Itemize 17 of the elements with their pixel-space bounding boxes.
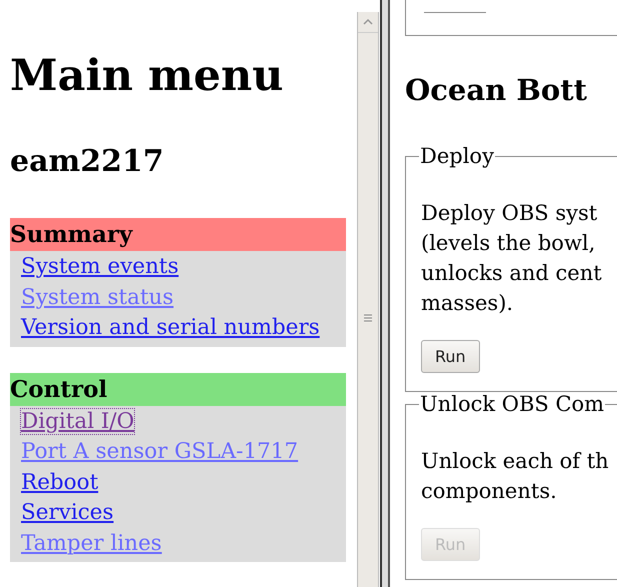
section-header: Summary: [10, 218, 346, 251]
scrollbar[interactable]: [357, 12, 379, 587]
menu-link[interactable]: Digital I/O: [21, 408, 134, 434]
section-header: Control: [10, 372, 346, 406]
menu-link[interactable]: System events: [21, 254, 179, 279]
menu-link[interactable]: Services: [21, 500, 114, 525]
menu-link[interactable]: Reboot: [21, 470, 98, 494]
run-button[interactable]: Run: [421, 340, 480, 373]
device-name: eam2217: [10, 143, 165, 181]
group-description: Deploy OBS syst (levels the bowl, unlocks and cent masses).: [421, 200, 603, 317]
group-legend: Deploy: [419, 144, 495, 168]
page-heading: Ocean Bott: [405, 72, 588, 109]
page-title: Main menu: [10, 50, 284, 102]
menu-link[interactable]: Version and serial numbers: [21, 315, 320, 340]
group-description: Unlock each of th components.: [421, 448, 610, 505]
group-legend: Unlock OBS Com: [419, 392, 606, 416]
grip-icon[interactable]: [363, 313, 373, 323]
